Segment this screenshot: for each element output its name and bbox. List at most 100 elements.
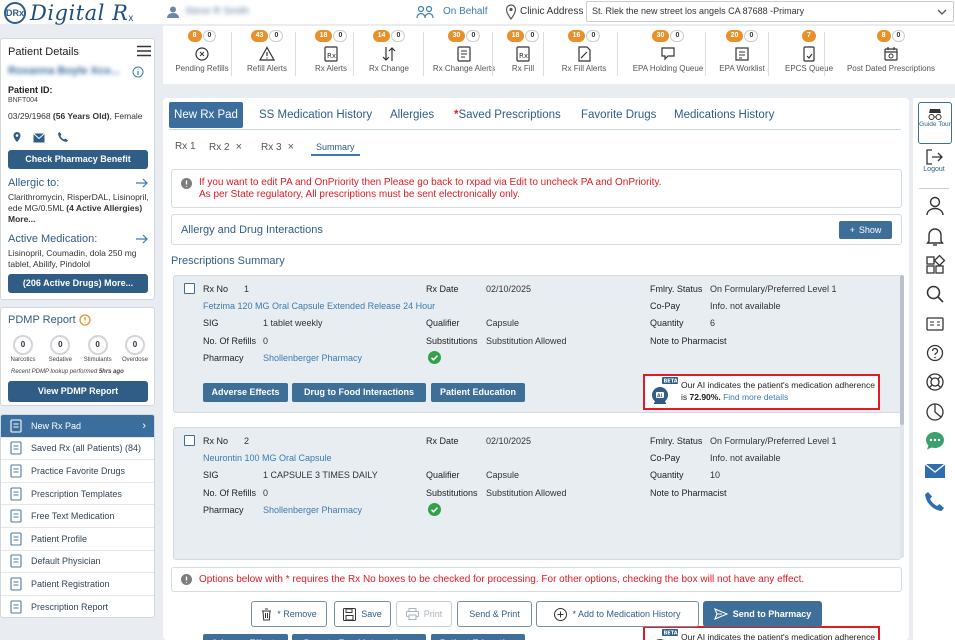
copay-label: Co-Pay <box>650 453 681 463</box>
adverse-effects-button[interactable]: Adverse Effects <box>203 634 288 640</box>
arrow-right-icon[interactable] <box>136 234 148 244</box>
pdmp-gauge-label: Stimulants <box>83 357 112 363</box>
scrollbar-thumb[interactable] <box>900 275 904 425</box>
drug-name-link[interactable]: Fetzima 120 MG Oral Capsule Extended Rel… <box>203 301 435 311</box>
tab-medications-history[interactable]: Medications History <box>674 102 774 128</box>
ai-find-more-link[interactable]: Find more details <box>723 392 788 402</box>
menu-item-saved-rx-all-patients-84[interactable]: Saved Rx (all Patients) (84) <box>1 438 154 461</box>
ai-robot-icon: BETAAI <box>650 629 678 640</box>
queue-epa-holding-queue[interactable]: 30 0 EPA Holding Queue <box>618 30 718 73</box>
tab-new-rx-pad[interactable]: New Rx Pad <box>169 102 243 128</box>
ai-adherence-box: BETAAIOur AI indicates the patient's med… <box>643 626 880 640</box>
queue-pending-refills[interactable]: 8 0 Pending Refills <box>167 30 237 73</box>
grid-icon[interactable] <box>924 254 946 276</box>
print-button[interactable]: Print <box>396 601 452 627</box>
save-button[interactable]: Save <box>334 601 391 627</box>
clinic-address-select[interactable]: St. Rlek the new street los angels CA 87… <box>586 1 954 22</box>
formulary-label: Fmlry. Status <box>650 436 703 446</box>
check-pharmacy-benefit-button[interactable]: Check Pharmacy Benefit <box>8 150 148 169</box>
logout-button[interactable]: Logout <box>913 148 955 173</box>
view-pdmp-report-button[interactable]: View PDMP Report <box>8 381 148 402</box>
menu-item-default-physician[interactable]: Default Physician <box>1 551 154 574</box>
arrow-right-icon[interactable] <box>136 178 148 188</box>
info-icon[interactable] <box>132 66 144 78</box>
queue-refill-alerts[interactable]: 43 0 Refill Alerts <box>232 30 302 73</box>
search-icon[interactable] <box>924 283 946 305</box>
adverse-effects-button[interactable]: Adverse Effects <box>203 383 288 402</box>
drug-food-interactions-button[interactable]: Drug to Food Interactions <box>292 634 426 640</box>
close-icon[interactable]: × <box>236 141 242 153</box>
tab-allergies[interactable]: Allergies <box>390 102 434 128</box>
active-drugs-button[interactable]: (206 Active Drugs) More... <box>8 274 148 293</box>
tab-saved-prescriptions[interactable]: *Saved Prescriptions <box>454 102 561 128</box>
menu-item-prescription-templates[interactable]: Prescription Templates <box>1 483 154 506</box>
subtab-rx2[interactable]: Rx 2 × <box>209 141 242 153</box>
menu-item-new-rx-pad[interactable]: New Rx Pad › <box>1 415 154 438</box>
phone-icon[interactable] <box>57 131 69 143</box>
patient-name[interactable]: Roxanna Boyle Xco... <box>8 65 120 77</box>
rx-select-checkbox[interactable] <box>184 283 195 294</box>
on-behalf-link[interactable]: On Behalf <box>443 6 487 17</box>
queue-post-dated-prescriptions[interactable]: 8 0 Post Dated Prescriptions <box>825 30 955 73</box>
send-and-print-button[interactable]: Send & Print <box>457 601 532 627</box>
call-icon[interactable] <box>924 490 946 512</box>
lifebuoy-icon[interactable] <box>924 371 946 393</box>
email-icon[interactable] <box>924 460 946 482</box>
warning-icon <box>181 574 192 585</box>
help-icon[interactable] <box>924 342 946 364</box>
guide-tour-button[interactable]: Guide Tour <box>918 102 952 144</box>
on-behalf-icon[interactable] <box>416 4 434 20</box>
warning-box: If you want to edit PA and OnPriority th… <box>171 169 902 208</box>
chat-icon[interactable] <box>924 430 946 452</box>
rx-no-value: 2 <box>244 436 250 446</box>
rx-date-label: Rx Date <box>426 284 459 294</box>
menu-item-free-text-medication[interactable]: Free Text Medication <box>1 505 154 528</box>
queue-separator <box>353 32 354 76</box>
pharmacy-link[interactable]: Shollenberger Pharmacy <box>263 353 362 363</box>
pharmacy-link[interactable]: Shollenberger Pharmacy <box>263 505 362 515</box>
queue-rx-fill-alerts[interactable]: 16 0 Rx Fill Alerts <box>544 30 624 73</box>
menu-item-label: Prescription Templates <box>31 488 122 499</box>
drug-name-link[interactable]: Neurontin 100 MG Oral Capsule <box>203 453 332 463</box>
queue-separator <box>543 32 544 76</box>
tab-favorite-drugs[interactable]: Favorite Drugs <box>581 102 656 128</box>
subtab-rx1[interactable]: Rx 1 <box>175 141 196 152</box>
menu-item-prescription-report[interactable]: Prescription Report <box>1 596 154 617</box>
drug-food-interactions-button[interactable]: Drug to Food Interactions <box>292 383 426 402</box>
tab-ss-medication-history[interactable]: SS Medication History <box>259 102 372 128</box>
subtab-rx3[interactable]: Rx 3 × <box>261 141 294 153</box>
send-to-pharmacy-button[interactable]: Send to Pharmacy <box>703 601 822 627</box>
close-icon[interactable]: × <box>288 141 294 153</box>
app-logo[interactable]: DRx Digital R x <box>4 1 133 25</box>
svg-text:BETA: BETA <box>664 379 678 385</box>
mail-icon[interactable] <box>33 133 45 143</box>
add-to-medication-history-button[interactable]: * Add to Medication History <box>536 601 699 627</box>
show-interactions-button[interactable]: + Show <box>839 221 892 239</box>
copay-value: Info. not available <box>710 301 781 311</box>
pie-chart-icon[interactable] <box>924 401 946 423</box>
queue-badges: 14 0 <box>354 30 424 42</box>
chevron-right-icon: › <box>142 419 146 432</box>
queue-count-secondary: 0 <box>466 30 481 42</box>
location-icon[interactable] <box>11 131 23 143</box>
menu-item-label: Patient Registration <box>31 578 110 589</box>
patient-education-button[interactable]: Patient Education <box>431 383 525 402</box>
pdmp-note: Recent PDMP lookup performed 5hrs ago <box>11 369 124 375</box>
patient-education-button[interactable]: Patient Education <box>431 634 525 640</box>
menu-item-patient-profile[interactable]: Patient Profile <box>1 528 154 551</box>
pdmp-gauge-value: 0 <box>124 335 145 355</box>
menu-item-patient-registration[interactable]: Patient Registration <box>1 573 154 596</box>
user-name[interactable]: Steve R Smith <box>185 6 249 17</box>
rx-scrollbar[interactable] <box>900 275 904 558</box>
menu-item-practice-favorite-drugs[interactable]: Practice Favorite Drugs <box>1 460 154 483</box>
queue-rx-change[interactable]: 14 0 Rx Change <box>354 30 424 73</box>
rx-select-checkbox[interactable] <box>184 435 195 446</box>
subtab-summary[interactable]: Summary <box>311 140 360 156</box>
logo-text: Digital R <box>30 1 129 25</box>
profile-icon[interactable] <box>924 195 946 217</box>
remove-button[interactable]: * Remove <box>251 601 327 627</box>
id-card-icon[interactable] <box>924 313 946 335</box>
warning-line-2: As per State regulatory, All prescriptio… <box>199 189 520 200</box>
hamburger-menu-icon[interactable] <box>137 45 151 57</box>
bell-icon[interactable] <box>924 225 946 247</box>
